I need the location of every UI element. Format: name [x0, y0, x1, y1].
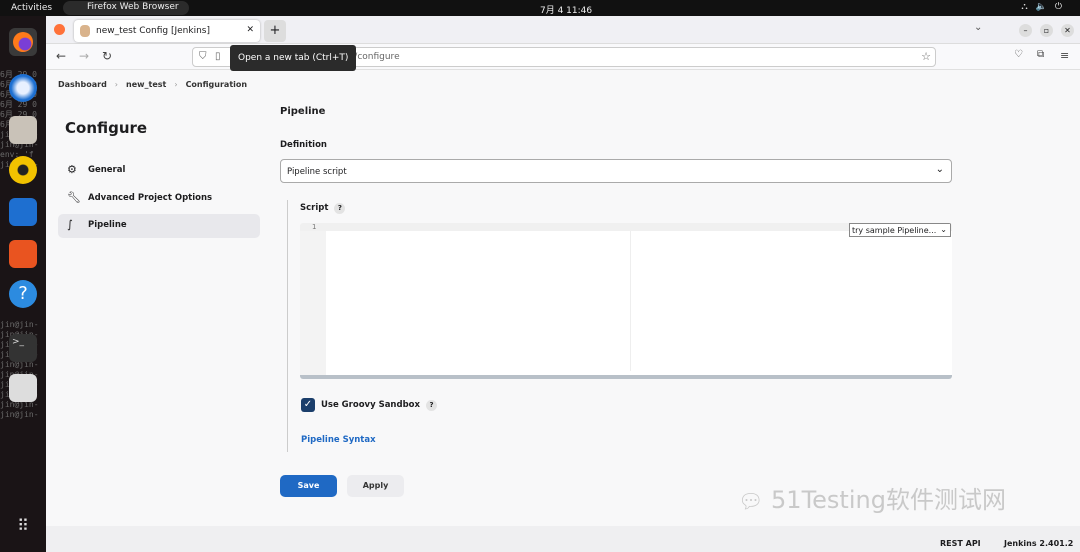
breadcrumb-dashboard[interactable]: Dashboard — [58, 80, 107, 89]
help-icon[interactable]: ? — [425, 400, 437, 411]
sidebar-item-general[interactable]: ⚙ General — [58, 159, 260, 183]
sandbox-label-row: Use Groovy Sandbox? — [321, 400, 437, 411]
tab-new-test-config[interactable]: new_test Config [Jenkins] ✕ — [74, 20, 260, 42]
writer-dock-icon[interactable] — [9, 198, 37, 226]
files-dock-icon[interactable] — [9, 116, 37, 144]
terminal-dock-icon[interactable]: >_ — [9, 334, 37, 362]
trash-dock-icon[interactable] — [9, 374, 37, 402]
chevron-down-icon: ⌄ — [935, 164, 944, 175]
new-tab-tooltip: Open a new tab (Ctrl+T) — [230, 45, 357, 71]
minimize-icon[interactable]: – — [1019, 24, 1032, 37]
os-top-bar: Activities Firefox Web Browser 7月 4 11:4… — [0, 0, 1080, 16]
help-dock-icon[interactable]: ? — [9, 280, 37, 308]
apply-button[interactable]: Apply — [347, 475, 404, 497]
sandbox-label[interactable]: Use Groovy Sandbox — [321, 400, 420, 410]
list-tabs-chevron-icon[interactable]: ⌄ — [974, 22, 982, 33]
watermark-text: 51Testing软件测试网 — [771, 486, 1006, 514]
definition-select[interactable]: Pipeline script ⌄ — [280, 159, 952, 183]
breadcrumb-new-test[interactable]: new_test — [126, 80, 166, 89]
line-number: 1 — [312, 223, 317, 231]
firefox-view-icon[interactable] — [54, 24, 65, 35]
groovy-sandbox-checkbox[interactable]: ✓ — [301, 398, 315, 412]
script-label-row: Script? — [300, 203, 346, 214]
jenkins-version-link[interactable]: Jenkins 2.401.2 — [1004, 539, 1073, 548]
jenkins-favicon — [80, 25, 90, 37]
close-tab-icon[interactable]: ✕ — [243, 25, 254, 35]
definition-value: Pipeline script — [287, 167, 347, 177]
bookmark-star-icon[interactable]: ☆ — [921, 50, 931, 63]
extensions-icon[interactable]: ⧉ — [1037, 49, 1044, 60]
pipeline-syntax-link[interactable]: Pipeline Syntax — [301, 435, 376, 445]
gear-icon: ⚙ — [67, 163, 77, 176]
line-gutter — [300, 223, 326, 375]
volume-icon: 🔈 — [1035, 2, 1055, 12]
watermark: 💬︎ 51Testing软件测试网 — [738, 480, 1006, 515]
breadcrumb: Dashboard › new_test › Configuration — [58, 80, 247, 89]
save-button[interactable]: Save — [280, 475, 337, 497]
sample-select-value: try sample Pipeline... — [852, 226, 937, 235]
page-icon[interactable]: ▯ — [215, 51, 221, 62]
pocket-icon[interactable]: ♡ — [1014, 49, 1023, 60]
software-dock-icon[interactable] — [9, 240, 37, 268]
firefox-dock-icon[interactable] — [9, 28, 37, 56]
dock: 6月 29 0 6月 29 0 6月 29 0 6月 29 0 6月 29 0 … — [0, 16, 46, 552]
restore-icon[interactable]: ▫ — [1040, 24, 1053, 37]
sidebar-item-pipeline[interactable]: ∫ Pipeline — [58, 214, 260, 238]
page-title: Configure — [65, 119, 148, 137]
back-icon[interactable]: ← — [56, 49, 66, 63]
print-margin — [630, 231, 631, 371]
network-icon: ⛬ — [1021, 2, 1036, 12]
reload-icon[interactable]: ↻ — [102, 49, 112, 63]
wechat-logo-icon: 💬︎ — [738, 489, 764, 513]
pipeline-icon: ∫ — [67, 218, 73, 231]
sidebar-item-label: Pipeline — [88, 220, 127, 230]
thunderbird-dock-icon[interactable] — [9, 74, 37, 102]
close-window-icon[interactable]: ✕ — [1061, 24, 1074, 37]
new-tab-button[interactable]: + — [264, 20, 286, 42]
chevron-down-icon: ⌄ — [940, 225, 947, 234]
script-label: Script — [300, 203, 329, 213]
rhythmbox-dock-icon[interactable] — [9, 156, 37, 184]
menu-icon[interactable]: ≡ — [1060, 49, 1069, 62]
try-sample-pipeline-select[interactable]: try sample Pipeline... ⌄ — [849, 223, 951, 237]
app-menu[interactable]: Firefox Web Browser — [63, 1, 189, 15]
tab-title: new_test Config [Jenkins] — [96, 26, 211, 36]
footer: REST API Jenkins 2.401.2 — [46, 526, 1080, 552]
section-title: Pipeline — [280, 106, 326, 117]
clock[interactable]: 7月 4 11:46 — [540, 3, 592, 16]
script-editor[interactable]: 1 try sample Pipeline... ⌄ — [300, 223, 952, 379]
system-tray[interactable]: ⛬🔈⏻ — [1021, 2, 1070, 12]
nav-bar: ← → ↻ ⛉ ▯ test/configure ☆ ♡ ⧉ ≡ — [46, 44, 1080, 70]
forward-icon[interactable]: → — [79, 49, 89, 63]
breadcrumb-configuration[interactable]: Configuration — [186, 80, 248, 89]
app-grid-icon[interactable]: ⠿ — [9, 512, 37, 540]
chevron-right-icon: › — [174, 80, 178, 89]
definition-label: Definition — [280, 140, 327, 150]
rest-api-link[interactable]: REST API — [940, 539, 981, 548]
sidebar-item-advanced-project-options[interactable]: 🔧︎ Advanced Project Options — [58, 187, 260, 211]
shield-icon[interactable]: ⛉ — [199, 51, 207, 62]
section-divider — [287, 200, 288, 452]
help-icon[interactable]: ? — [334, 203, 346, 214]
wrench-icon: 🔧︎ — [67, 191, 81, 204]
chevron-right-icon: › — [114, 80, 118, 89]
tab-strip: new_test Config [Jenkins] ✕ + ⌄ – ▫ ✕ — [46, 16, 1080, 44]
sidebar-item-label: Advanced Project Options — [88, 193, 213, 203]
power-icon: ⏻ — [1054, 2, 1070, 12]
activities-button[interactable]: Activities — [11, 3, 52, 13]
sidebar-item-label: General — [88, 165, 126, 175]
